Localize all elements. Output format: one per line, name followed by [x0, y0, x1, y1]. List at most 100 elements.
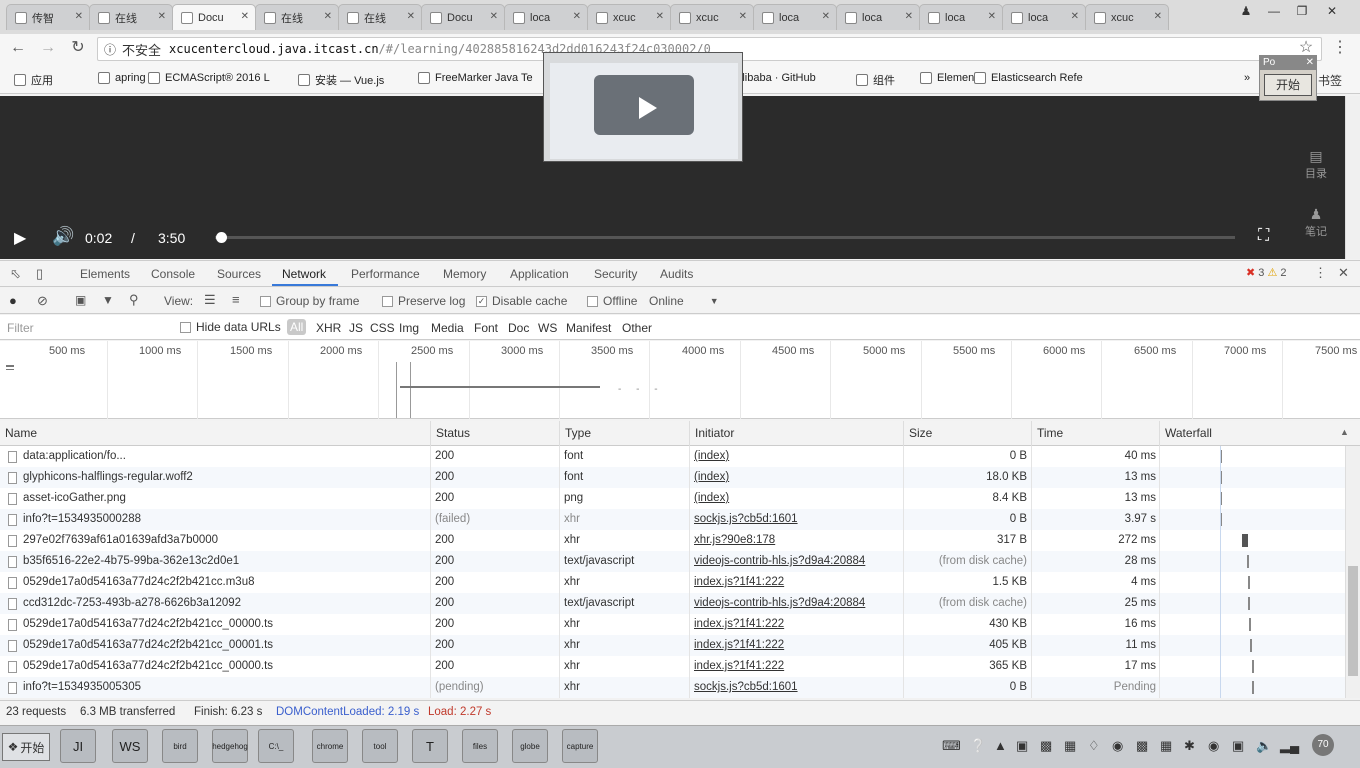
minimize-button[interactable]: — [1260, 2, 1288, 20]
notes-button[interactable]: ♟ 笔记 [1290, 206, 1342, 239]
browser-tab[interactable]: 在线 ✕ [255, 4, 339, 30]
bookmark-item[interactable]: apring [98, 72, 146, 84]
tab-close-icon[interactable]: ✕ [1154, 11, 1162, 22]
cell-initiator[interactable]: sockjs.js?cb5d:1601 [694, 509, 904, 530]
browser-tab[interactable]: Docu ✕ [421, 4, 505, 30]
filter-type-manifest[interactable]: Manifest [566, 321, 611, 335]
throttle-select[interactable]: Online ▼ [649, 294, 719, 308]
signal-icon[interactable]: ▂▄ [1280, 738, 1299, 754]
tab-close-icon[interactable]: ✕ [573, 11, 581, 22]
tab-close-icon[interactable]: ✕ [656, 11, 664, 22]
taskbar-app-2[interactable]: bird [162, 729, 198, 763]
large-rows-icon[interactable]: ☰ [204, 292, 216, 308]
column-header-name[interactable]: Name [0, 421, 37, 446]
volume-icon[interactable]: 🔊 [52, 226, 74, 247]
cell-initiator[interactable]: index.js?1f41:222 [694, 635, 904, 656]
taskbar-app-7[interactable]: T [412, 729, 448, 763]
taskbar-app-8[interactable]: files [462, 729, 498, 763]
devtools-tab-application[interactable]: Application [510, 267, 569, 281]
help-icon[interactable]: ❔ [970, 738, 986, 754]
close-icon[interactable]: ✕ [1306, 56, 1314, 70]
offline-toggle[interactable]: Offline [587, 294, 637, 308]
taskbar-app-6[interactable]: tool [362, 729, 398, 763]
bookmark-item[interactable]: 应用 [14, 72, 53, 88]
info-icon[interactable]: ⓘ [104, 41, 116, 58]
table-row[interactable]: asset-icoGather.png 200 png (index) 8.4 KB 13… [0, 488, 1345, 509]
group-by-frame-checkbox[interactable] [260, 295, 271, 307]
taskbar-app-4[interactable]: C:\_ [258, 729, 294, 763]
tab-close-icon[interactable]: ✕ [988, 11, 996, 22]
cell-initiator[interactable]: xhr.js?90e8:178 [694, 530, 904, 551]
browser-tab[interactable]: xcuc ✕ [587, 4, 671, 30]
video-thumbnail[interactable] [543, 52, 743, 162]
floating-window[interactable]: Po ✕ 开始 [1259, 55, 1317, 101]
browser-tab[interactable]: loca ✕ [836, 4, 920, 30]
group-by-frame-toggle[interactable]: Group by frame [260, 294, 359, 308]
table-row[interactable]: 0529de17a0d54163a77d24c2f2b421cc_00000.t… [0, 656, 1345, 677]
bookmark-item[interactable]: ECMAScript® 2016 L [148, 72, 270, 84]
offline-checkbox[interactable] [587, 295, 598, 307]
bookmark-item[interactable]: 组件 [856, 72, 895, 88]
cell-initiator[interactable]: videojs-contrib-hls.js?d9a4:20884 [694, 593, 904, 614]
volume-tray-icon[interactable]: 🔈 [1256, 738, 1272, 754]
overview-selection-left[interactable] [396, 362, 397, 418]
devtools-tab-security[interactable]: Security [594, 267, 637, 281]
browser-tab[interactable]: loca ✕ [753, 4, 837, 30]
cell-initiator[interactable]: (index) [694, 467, 904, 488]
close-window-button[interactable]: ✕ [1318, 2, 1346, 20]
devtools-tab-sources[interactable]: Sources [217, 267, 261, 281]
devtools-tab-network[interactable]: Network [282, 267, 326, 281]
tray-icon-4[interactable]: ◉ [1112, 738, 1123, 754]
browser-tab[interactable]: xcuc ✕ [1085, 4, 1169, 30]
play-icon[interactable]: ▶ [14, 228, 26, 248]
overview-selection-right[interactable] [410, 362, 411, 418]
taskbar-app-1[interactable]: WS [112, 729, 148, 763]
page-scrollbar[interactable] [1345, 96, 1360, 259]
filter-type-font[interactable]: Font [474, 321, 498, 335]
devtools-tab-memory[interactable]: Memory [443, 267, 486, 281]
tab-close-icon[interactable]: ✕ [490, 11, 498, 22]
table-row[interactable]: 0529de17a0d54163a77d24c2f2b421cc.m3u8 200… [0, 572, 1345, 593]
column-header-initiator[interactable]: Initiator [689, 421, 734, 446]
bookmark-item[interactable]: Elasticsearch Refe [974, 72, 1083, 84]
cell-initiator[interactable]: videojs-contrib-hls.js?d9a4:20884 [694, 551, 904, 572]
restore-button[interactable]: ❐ [1288, 2, 1316, 20]
error-count[interactable]: ✖ 3 ⚠ 2 [1246, 266, 1287, 279]
table-row[interactable]: info?t=1534935005305 (pending) xhr sockjs.j… [0, 677, 1345, 698]
bookmarks-label[interactable]: 书签 [1318, 72, 1342, 89]
browser-tab[interactable]: loca ✕ [1002, 4, 1086, 30]
inspect-icon[interactable]: ⬁ [10, 266, 21, 282]
keyboard-icon[interactable]: ⌨ [942, 738, 961, 754]
tray-icon-2[interactable]: ▩ [1040, 738, 1052, 754]
filter-type-js[interactable]: JS [349, 321, 363, 335]
column-header-type[interactable]: Type [559, 421, 591, 446]
profile-icon[interactable]: ♟ [1232, 2, 1260, 20]
filter-type-media[interactable]: Media [431, 321, 464, 335]
devtools-tab-audits[interactable]: Audits [660, 267, 693, 281]
disable-cache-checkbox[interactable]: ✓ [476, 295, 487, 307]
filter-input[interactable]: Filter [7, 321, 34, 335]
taskbar-app-10[interactable]: capture [562, 729, 598, 763]
column-header-waterfall[interactable]: Waterfall [1159, 421, 1212, 446]
taskbar-app-0[interactable]: JI [60, 729, 96, 763]
hide-data-urls-toggle[interactable]: Hide data URLs [180, 320, 281, 334]
menu-icon[interactable]: ⋮ [1330, 38, 1350, 58]
tab-close-icon[interactable]: ✕ [905, 11, 913, 22]
taskbar-app-9[interactable]: globe [512, 729, 548, 763]
tab-close-icon[interactable]: ✕ [407, 11, 415, 22]
back-icon[interactable]: ← [8, 38, 28, 58]
browser-tab[interactable]: 在线 ✕ [89, 4, 173, 30]
big-play-icon[interactable] [639, 97, 657, 119]
filter-type-css[interactable]: CSS [370, 321, 395, 335]
browser-tab[interactable]: 传智 ✕ [6, 4, 90, 30]
catalog-button[interactable]: ▤ 目录 [1290, 148, 1342, 181]
tray-icon-6[interactable]: ▦ [1160, 738, 1172, 754]
overview-icon[interactable]: ≡ [232, 292, 240, 307]
tray-arrow-icon[interactable]: ▲ [994, 738, 1007, 753]
table-scroll-thumb[interactable] [1348, 566, 1358, 676]
table-row[interactable]: ccd312dc-7253-493b-a278-6626b3a12092 200 t… [0, 593, 1345, 614]
tray-icon-1[interactable]: ▣ [1016, 738, 1028, 754]
clear-icon[interactable]: ⊘ [37, 293, 48, 309]
tab-close-icon[interactable]: ✕ [822, 11, 830, 22]
tray-icon-3[interactable]: ▦ [1064, 738, 1076, 754]
